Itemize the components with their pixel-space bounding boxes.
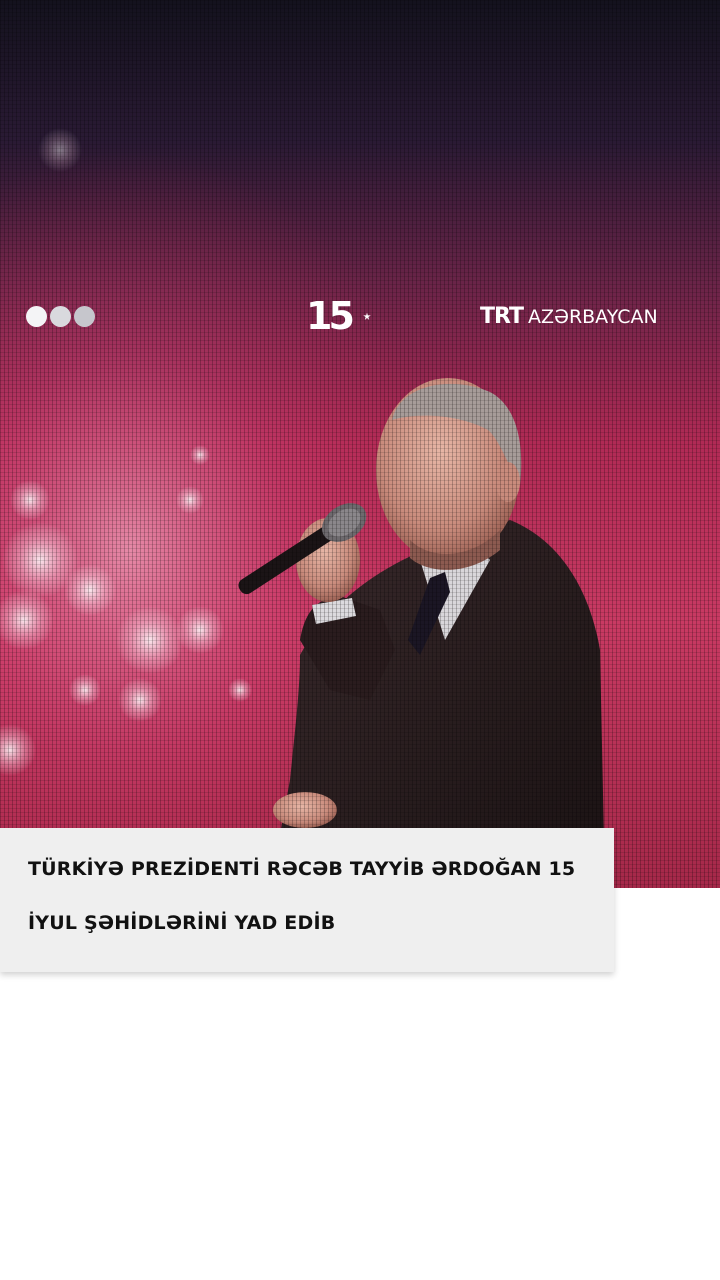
anniversary-logo: 15 xyxy=(300,292,390,342)
crescent-star-icon xyxy=(338,302,371,334)
post-canvas: 15 TRT AZƏRBAYCAN TÜRKİYƏ PREZİDENTİ RƏCƏ… xyxy=(0,0,720,1280)
dot xyxy=(26,306,47,327)
dot xyxy=(50,306,71,327)
dot xyxy=(74,306,95,327)
channel-logo: TRT AZƏRBAYCAN xyxy=(480,302,700,332)
brand-trt: TRT xyxy=(480,304,524,329)
headline-text: TÜRKİYƏ PREZİDENTİ RƏCƏB TAYYİB ƏRDOĞAN … xyxy=(28,858,576,934)
headline-caption-box: TÜRKİYƏ PREZİDENTİ RƏCƏB TAYYİB ƏRDOĞAN … xyxy=(0,828,614,972)
speaker-photo xyxy=(0,0,720,888)
brand-name: AZƏRBAYCAN xyxy=(527,306,658,328)
three-dots-icon xyxy=(26,306,95,327)
